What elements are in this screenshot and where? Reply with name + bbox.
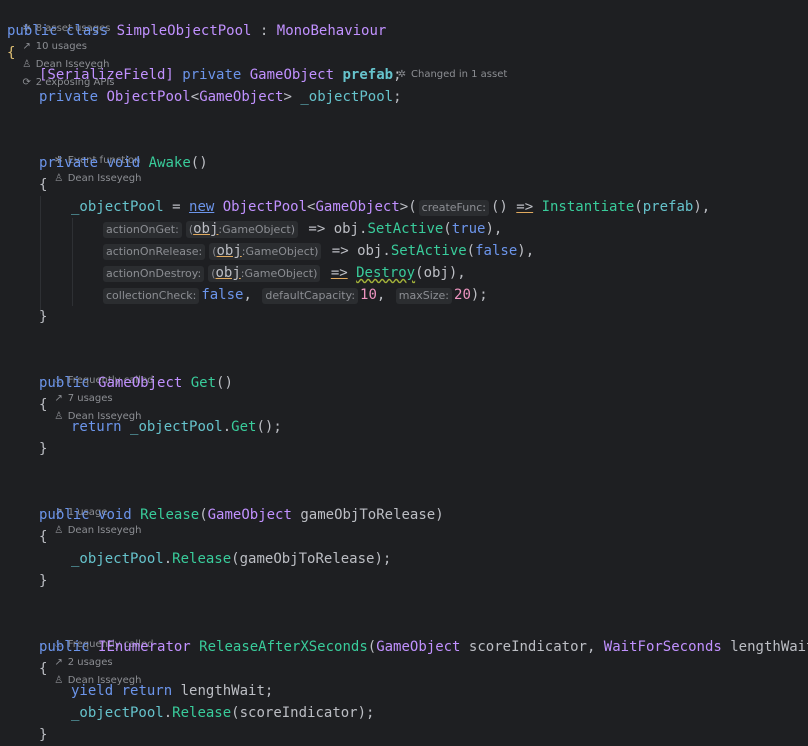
param-hint: createFunc: xyxy=(418,200,489,216)
code-line[interactable]: } xyxy=(39,438,47,460)
code-line[interactable]: } xyxy=(39,306,47,328)
class-name: SimpleObjectPool xyxy=(116,23,252,39)
code-line[interactable]: return _objectPool.Get(); xyxy=(71,416,282,438)
param-hint: collectionCheck: xyxy=(103,288,200,304)
code-line[interactable]: [SerializeField] private GameObject pref… xyxy=(39,64,402,86)
code-line[interactable]: actionOnDestroy: (obj:GameObject) => Dest… xyxy=(101,262,466,284)
code-line[interactable]: yield return lengthWait; xyxy=(71,680,273,702)
code-line[interactable]: public void Release(GameObject gameObjTo… xyxy=(39,504,444,526)
code-line[interactable]: private void Awake() xyxy=(39,152,208,174)
code-line[interactable]: _objectPool.Release(scoreIndicator); xyxy=(71,702,374,724)
code-line[interactable]: { xyxy=(39,174,47,196)
param-hint: actionOnGet: xyxy=(103,222,182,238)
code-line[interactable]: public class SimpleObjectPool : MonoBeha… xyxy=(7,20,386,42)
code-line[interactable]: collectionCheck: false, defaultCapacity: 1… xyxy=(101,284,488,306)
code-line[interactable]: actionOnRelease: (obj:GameObject) => obj.… xyxy=(101,240,534,262)
usages-count[interactable]: 10 usages xyxy=(36,41,87,52)
indent-guide xyxy=(40,196,41,314)
author-icon: ♙ xyxy=(22,59,32,70)
param-hint: actionOnDestroy: xyxy=(103,266,205,282)
lambda-param-hint: (obj:GameObject) xyxy=(209,243,322,260)
author-icon: ♙ xyxy=(54,411,64,422)
get-codelens[interactable]: ♨ Frequently called ↗ 7 usages ♙ Dean Issey… xyxy=(40,354,165,422)
lambda-param-hint: (obj:GameObject) xyxy=(185,221,298,238)
indent-guide xyxy=(72,218,73,306)
code-line[interactable]: { xyxy=(39,394,47,416)
prefab-codelens[interactable]: ✲ Changed in 1 asset xyxy=(396,66,507,84)
param-hint: maxSize: xyxy=(395,288,453,304)
code-line[interactable]: } xyxy=(39,570,47,592)
api-icon: ⟳ xyxy=(22,77,31,88)
code-line[interactable]: } xyxy=(39,724,47,746)
release-codelens[interactable]: ↗ 1 usage ♙ Dean Isseyegh xyxy=(40,486,154,536)
awake-codelens[interactable]: ✲ Event function ♙ Dean Isseyegh xyxy=(40,134,154,184)
code-editor[interactable]: ✲ 8 asset usages ↗ 10 usages ♙ Dean Isseyeg… xyxy=(0,0,808,746)
code-line[interactable]: actionOnGet: (obj:GameObject) => obj.SetA… xyxy=(101,218,502,240)
code-line[interactable]: private ObjectPool<GameObject> _objectPo… xyxy=(39,86,402,108)
code-line[interactable]: public IEnumerator ReleaseAfterXSeconds(… xyxy=(39,636,808,658)
param-hint: actionOnRelease: xyxy=(103,244,206,260)
class-codelens[interactable]: ✲ 8 asset usages ↗ 10 usages ♙ Dean Isseyeg… xyxy=(8,2,127,88)
code-line[interactable]: { xyxy=(7,42,15,64)
lambda-param-hint: (obj:GameObject) xyxy=(208,265,321,282)
author-icon: ♙ xyxy=(54,675,64,686)
code-line[interactable]: public GameObject Get() xyxy=(39,372,233,394)
code-line[interactable]: { xyxy=(39,526,47,548)
unity-asset-icon: ✲ xyxy=(397,69,407,80)
code-line[interactable]: { xyxy=(39,658,47,680)
code-line[interactable]: _objectPool.Release(gameObjToRelease); xyxy=(71,548,391,570)
release-after-codelens[interactable]: ♨ Frequently called ↗ 2 usages ♙ Dean Issey… xyxy=(40,618,165,686)
code-line[interactable]: _objectPool = new ObjectPool<GameObject>… xyxy=(71,196,710,218)
param-hint: defaultCapacity: xyxy=(262,288,359,304)
